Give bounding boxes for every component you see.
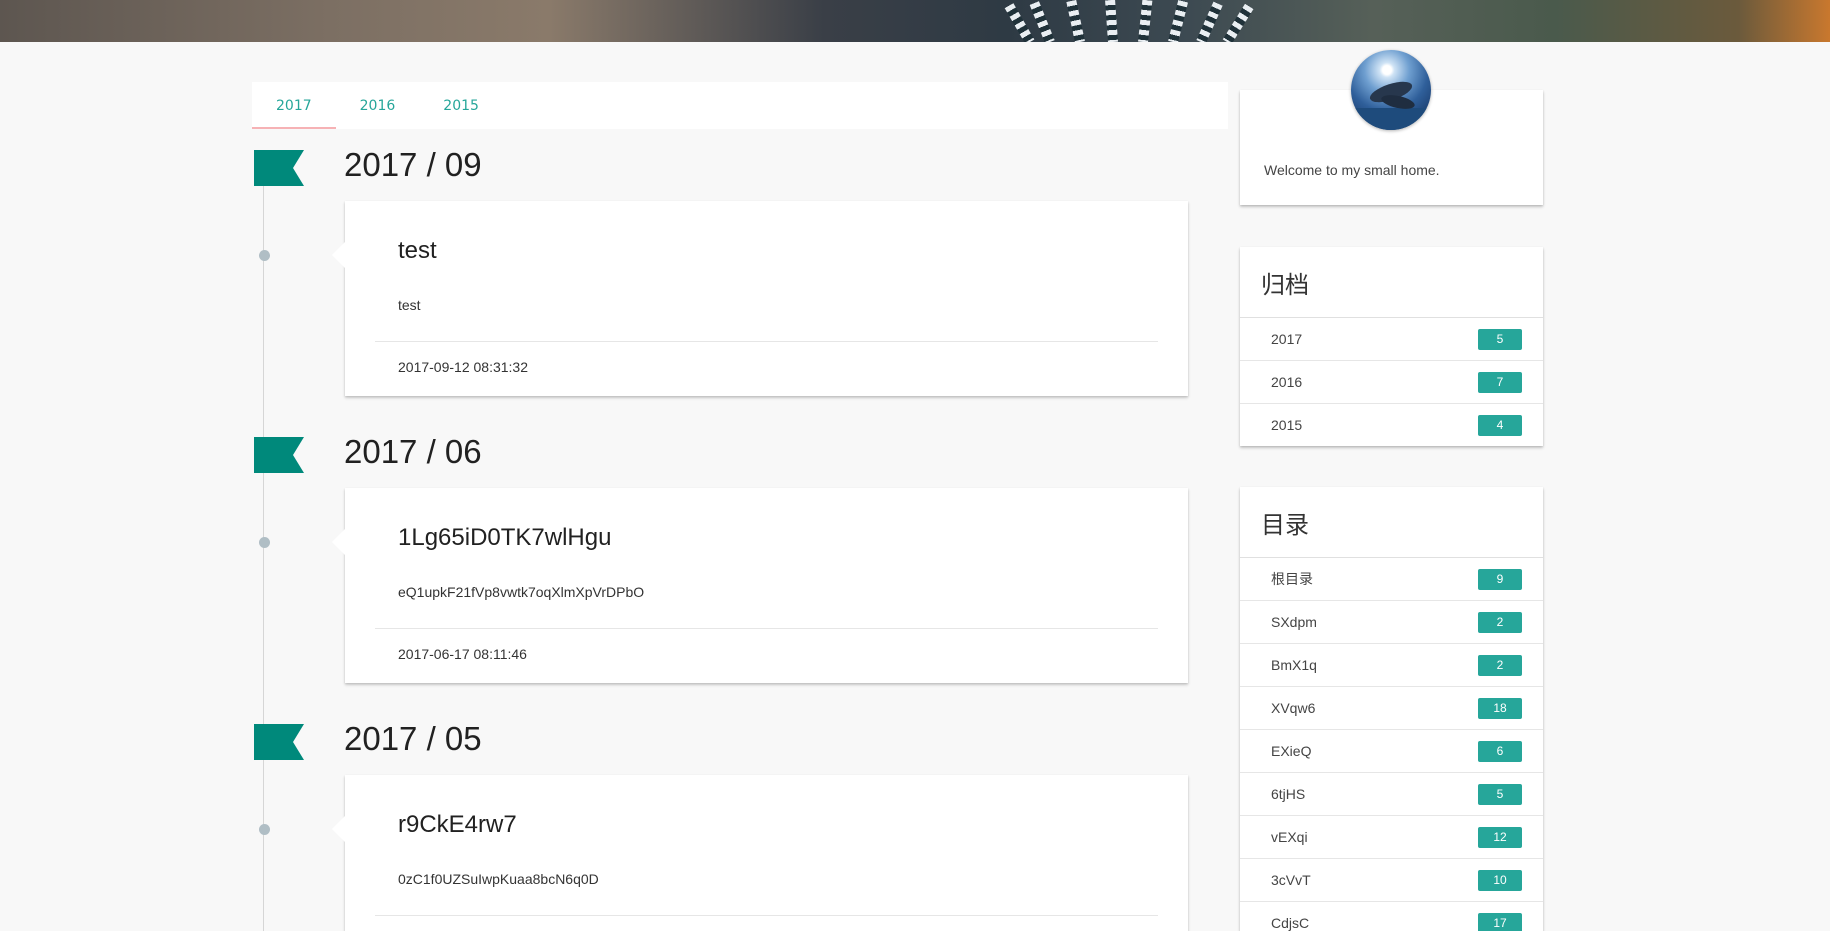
count-badge: 2 <box>1478 654 1522 676</box>
catalog-item-label: CdjsC <box>1271 915 1310 931</box>
count-badge: 5 <box>1478 328 1522 350</box>
plant-leaf <box>1196 1 1223 42</box>
catalog-item-label: 6tjHS <box>1271 786 1306 802</box>
catalog-item[interactable]: 6tjHS 5 <box>1240 773 1543 816</box>
catalog-item-label: 3cVvT <box>1271 872 1311 888</box>
month-flag-icon <box>254 437 304 473</box>
card-divider <box>375 628 1158 629</box>
catalog-item-label: EXieQ <box>1271 743 1312 759</box>
timeline-dot <box>259 824 270 835</box>
plant-leaf <box>1138 0 1153 42</box>
tab-2017[interactable]: 2017 <box>252 82 336 129</box>
archive-item-label: 2017 <box>1271 331 1303 347</box>
post-card: test test 2017-09-12 08:31:32 <box>332 201 1188 396</box>
count-badge: 10 <box>1478 869 1522 891</box>
card-divider <box>375 915 1158 916</box>
post-card: r9CkE4rw7 0zC1f0UZSuIwpKuaa8bcN6q0D <box>332 775 1188 931</box>
plant-leaf <box>1105 0 1118 42</box>
header-banner-image <box>0 0 1830 42</box>
archive-item[interactable]: 2016 7 <box>1240 361 1543 404</box>
avatar-sea <box>1351 108 1431 130</box>
archive-card: 归档 2017 5 2016 7 2015 4 <box>1240 247 1543 446</box>
catalog-item-label: 根目录 <box>1271 571 1313 587</box>
avatar <box>1351 50 1431 130</box>
post-summary: 0zC1f0UZSuIwpKuaa8bcN6q0D <box>398 871 599 887</box>
archive-item-label: 2015 <box>1271 417 1303 433</box>
catalog-item[interactable]: vEXqi 12 <box>1240 816 1543 859</box>
month-flag-icon <box>254 724 304 760</box>
post-date: 2017-09-12 08:31:32 <box>398 359 528 375</box>
count-badge: 5 <box>1478 783 1522 805</box>
month-heading: 2017 / 06 <box>344 433 482 470</box>
catalog-item[interactable]: XVqw6 18 <box>1240 687 1543 730</box>
plant-leaf <box>1004 3 1035 42</box>
card-divider <box>375 341 1158 342</box>
plant-leaf <box>1222 3 1254 42</box>
post-summary: eQ1upkF21fVp8vwtk7oqXlmXpVrDPbO <box>398 584 645 600</box>
catalog-item-label: XVqw6 <box>1271 700 1316 716</box>
archive-item[interactable]: 2017 5 <box>1240 318 1543 361</box>
catalog-card: 目录 根目录 9 SXdpm 2 BmX1q 2 XVqw6 18 EXieQ … <box>1240 487 1543 931</box>
count-badge: 6 <box>1478 740 1522 762</box>
count-badge: 2 <box>1478 611 1522 633</box>
catalog-item-label: SXdpm <box>1271 614 1317 630</box>
post-card: 1Lg65iD0TK7wlHgu eQ1upkF21fVp8vwtk7oqXlm… <box>332 488 1188 683</box>
catalog-title: 目录 <box>1240 487 1543 558</box>
plant-leaf <box>1168 0 1189 42</box>
plant-leaf <box>1029 1 1055 42</box>
timeline-line <box>263 170 264 931</box>
catalog-item[interactable]: 根目录 9 <box>1240 558 1543 601</box>
count-badge: 4 <box>1478 414 1522 436</box>
post-title-link[interactable]: test <box>398 237 437 265</box>
catalog-item[interactable]: 3cVvT 10 <box>1240 859 1543 902</box>
archive-item-label: 2016 <box>1271 374 1303 390</box>
timeline-dot <box>259 537 270 548</box>
post-title-link[interactable]: 1Lg65iD0TK7wlHgu <box>398 524 611 552</box>
catalog-item-label: BmX1q <box>1271 657 1317 673</box>
post-title-link[interactable]: r9CkE4rw7 <box>398 811 517 839</box>
post-date: 2017-06-17 08:11:46 <box>398 646 527 662</box>
month-heading: 2017 / 05 <box>344 720 482 757</box>
archive-item[interactable]: 2015 4 <box>1240 404 1543 446</box>
month-heading: 2017 / 09 <box>344 146 482 183</box>
tab-2015[interactable]: 2015 <box>419 82 503 129</box>
count-badge: 18 <box>1478 697 1522 719</box>
year-tabs: 2017 2016 2015 <box>252 82 1228 129</box>
count-badge: 12 <box>1478 826 1522 848</box>
welcome-text: Welcome to my small home. <box>1264 162 1440 178</box>
count-badge: 9 <box>1478 568 1522 590</box>
catalog-item[interactable]: EXieQ 6 <box>1240 730 1543 773</box>
plant-leaf <box>1066 0 1085 42</box>
count-badge: 7 <box>1478 371 1522 393</box>
count-badge: 17 <box>1478 912 1522 931</box>
catalog-item-label: vEXqi <box>1271 829 1308 845</box>
archive-title: 归档 <box>1240 247 1543 318</box>
post-summary: test <box>398 297 421 313</box>
tab-2016[interactable]: 2016 <box>336 82 420 129</box>
month-flag-icon <box>254 150 304 186</box>
catalog-item[interactable]: CdjsC 17 <box>1240 902 1543 931</box>
catalog-item[interactable]: SXdpm 2 <box>1240 601 1543 644</box>
catalog-item[interactable]: BmX1q 2 <box>1240 644 1543 687</box>
timeline-dot <box>259 250 270 261</box>
